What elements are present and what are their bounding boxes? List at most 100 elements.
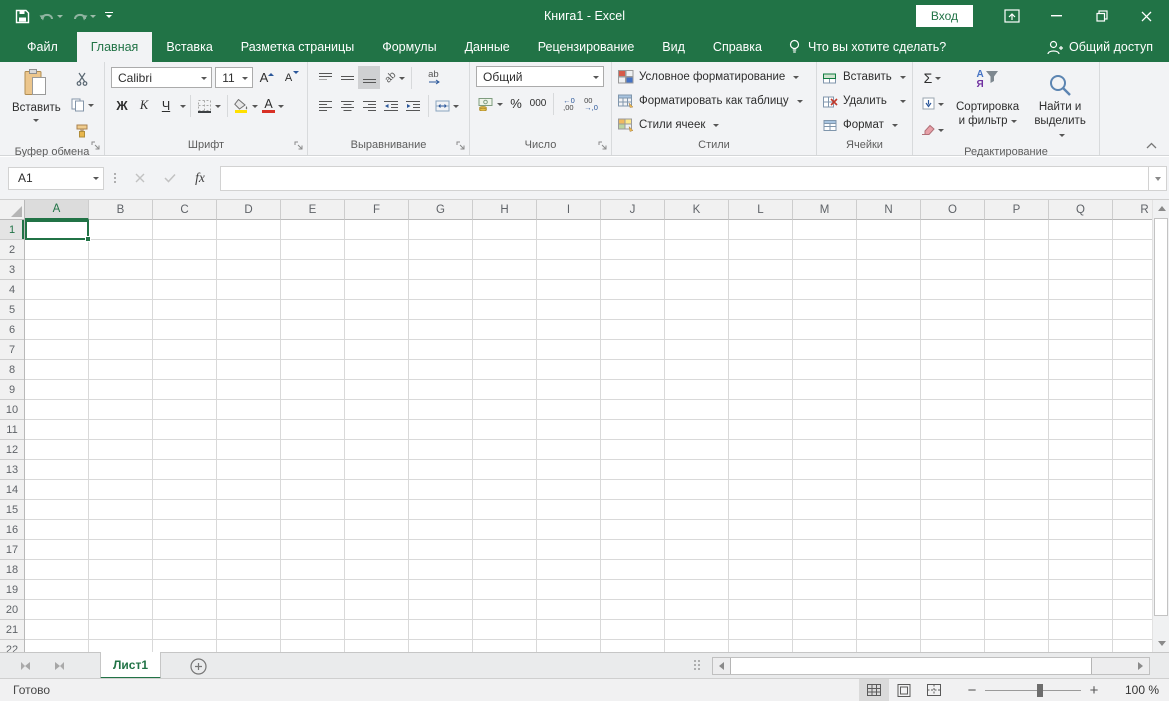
page-break-preview-button[interactable] <box>919 679 949 701</box>
italic-button[interactable]: К <box>133 94 155 117</box>
row-header-12[interactable]: 12 <box>0 440 24 460</box>
find-select-button[interactable]: Найти и выделить <box>1025 66 1095 144</box>
row-header-13[interactable]: 13 <box>0 460 24 480</box>
delete-cells-button[interactable]: Удалить <box>823 90 908 112</box>
row-header-7[interactable]: 7 <box>0 340 24 360</box>
sign-in-button[interactable]: Вход <box>916 5 973 27</box>
column-header-M[interactable]: M <box>793 200 857 220</box>
percent-style-button[interactable]: % <box>505 92 527 115</box>
cut-button[interactable] <box>69 67 96 90</box>
expand-formula-bar-button[interactable] <box>1149 166 1167 191</box>
next-sheet-button[interactable] <box>44 653 70 679</box>
number-format-combo[interactable]: Общий <box>476 66 604 87</box>
column-header-R[interactable]: R <box>1113 200 1152 220</box>
cell-styles-button[interactable]: Стили ячеек <box>618 114 721 136</box>
name-box-splitter[interactable] <box>114 173 116 183</box>
cell-grid[interactable] <box>25 220 1152 652</box>
row-header-6[interactable]: 6 <box>0 320 24 340</box>
formula-bar-input[interactable] <box>220 166 1149 191</box>
insert-function-button[interactable]: fx <box>186 166 214 191</box>
column-header-F[interactable]: F <box>345 200 409 220</box>
horizontal-scrollbar[interactable] <box>712 657 1150 675</box>
tab-file[interactable]: Файл <box>8 32 77 62</box>
align-middle-button[interactable] <box>336 66 358 89</box>
column-header-E[interactable]: E <box>281 200 345 220</box>
row-header-9[interactable]: 9 <box>0 380 24 400</box>
paste-button[interactable]: Вставить <box>6 66 67 144</box>
font-dialog-launcher[interactable] <box>293 140 304 151</box>
ribbon-display-options-button[interactable] <box>989 0 1034 32</box>
scroll-right-button[interactable] <box>1132 658 1149 674</box>
fill-color-button[interactable] <box>232 94 260 117</box>
redo-button[interactable] <box>72 4 96 28</box>
row-header-16[interactable]: 16 <box>0 520 24 540</box>
row-header-5[interactable]: 5 <box>0 300 24 320</box>
redo-dropdown-caret[interactable] <box>90 15 96 21</box>
align-left-button[interactable] <box>314 94 336 117</box>
zoom-in-button[interactable]: + <box>1083 679 1105 701</box>
row-header-14[interactable]: 14 <box>0 480 24 500</box>
name-box[interactable]: A1 <box>8 167 104 190</box>
row-header-10[interactable]: 10 <box>0 400 24 420</box>
column-header-D[interactable]: D <box>217 200 281 220</box>
column-header-L[interactable]: L <box>729 200 793 220</box>
row-header-22[interactable]: 22 <box>0 640 24 652</box>
sort-filter-button[interactable]: А Я Сортировка и фильтр <box>950 66 1025 144</box>
zoom-slider-thumb[interactable] <box>1037 684 1043 697</box>
tell-me-box[interactable]: Что вы хотите сделать? <box>776 32 958 62</box>
row-header-21[interactable]: 21 <box>0 620 24 640</box>
insert-cells-button[interactable]: Вставить <box>823 66 908 88</box>
cancel-entry-button[interactable] <box>126 166 154 191</box>
column-header-O[interactable]: O <box>921 200 985 220</box>
font-family-combo[interactable]: Calibri <box>111 67 212 88</box>
font-color-caret[interactable] <box>278 105 284 111</box>
align-right-button[interactable] <box>358 94 380 117</box>
row-header-17[interactable]: 17 <box>0 540 24 560</box>
tab-view[interactable]: Вид <box>648 32 699 62</box>
font-color-button[interactable]: А <box>260 94 286 117</box>
page-layout-view-button[interactable] <box>889 679 919 701</box>
share-button[interactable]: Общий доступ <box>1046 32 1169 62</box>
borders-caret[interactable] <box>215 105 221 111</box>
tab-data[interactable]: Данные <box>451 32 524 62</box>
sheet-tab-sheet1[interactable]: Лист1 <box>100 652 161 679</box>
horizontal-scrollbar-thumb[interactable] <box>730 658 1092 674</box>
row-header-2[interactable]: 2 <box>0 240 24 260</box>
row-header-8[interactable]: 8 <box>0 360 24 380</box>
close-button[interactable] <box>1124 0 1169 32</box>
tab-insert[interactable]: Вставка <box>152 32 226 62</box>
zoom-level-label[interactable]: 100 % <box>1111 683 1159 697</box>
number-dialog-launcher[interactable] <box>597 140 608 151</box>
underline-button[interactable]: Ч <box>155 94 177 117</box>
row-header-18[interactable]: 18 <box>0 560 24 580</box>
new-sheet-button[interactable] <box>188 656 208 676</box>
align-bottom-button[interactable] <box>358 66 380 89</box>
column-header-A[interactable]: A <box>25 200 89 220</box>
autosum-button[interactable]: Σ <box>919 66 946 89</box>
row-header-4[interactable]: 4 <box>0 280 24 300</box>
row-header-15[interactable]: 15 <box>0 500 24 520</box>
row-header-19[interactable]: 19 <box>0 580 24 600</box>
column-header-Q[interactable]: Q <box>1049 200 1113 220</box>
fill-color-caret[interactable] <box>252 105 258 111</box>
scroll-down-button[interactable] <box>1153 635 1169 652</box>
merge-center-button[interactable] <box>433 94 461 117</box>
scroll-left-button[interactable] <box>713 658 730 674</box>
scroll-up-button[interactable] <box>1153 200 1169 217</box>
borders-button[interactable] <box>195 94 223 117</box>
selected-cell-A1[interactable] <box>25 220 89 240</box>
format-cells-button[interactable]: Формат <box>823 114 908 136</box>
merge-center-caret[interactable] <box>453 105 459 111</box>
row-header-3[interactable]: 3 <box>0 260 24 280</box>
clear-button[interactable] <box>919 118 946 141</box>
column-header-H[interactable]: H <box>473 200 537 220</box>
row-header-1[interactable]: 1 <box>0 220 24 240</box>
comma-style-button[interactable]: 000 <box>527 92 549 115</box>
collapse-ribbon-button[interactable] <box>1146 142 1157 149</box>
minimize-button[interactable] <box>1034 0 1079 32</box>
fill-handle[interactable] <box>85 236 91 242</box>
column-header-N[interactable]: N <box>857 200 921 220</box>
column-header-B[interactable]: B <box>89 200 153 220</box>
row-header-11[interactable]: 11 <box>0 420 24 440</box>
column-header-J[interactable]: J <box>601 200 665 220</box>
